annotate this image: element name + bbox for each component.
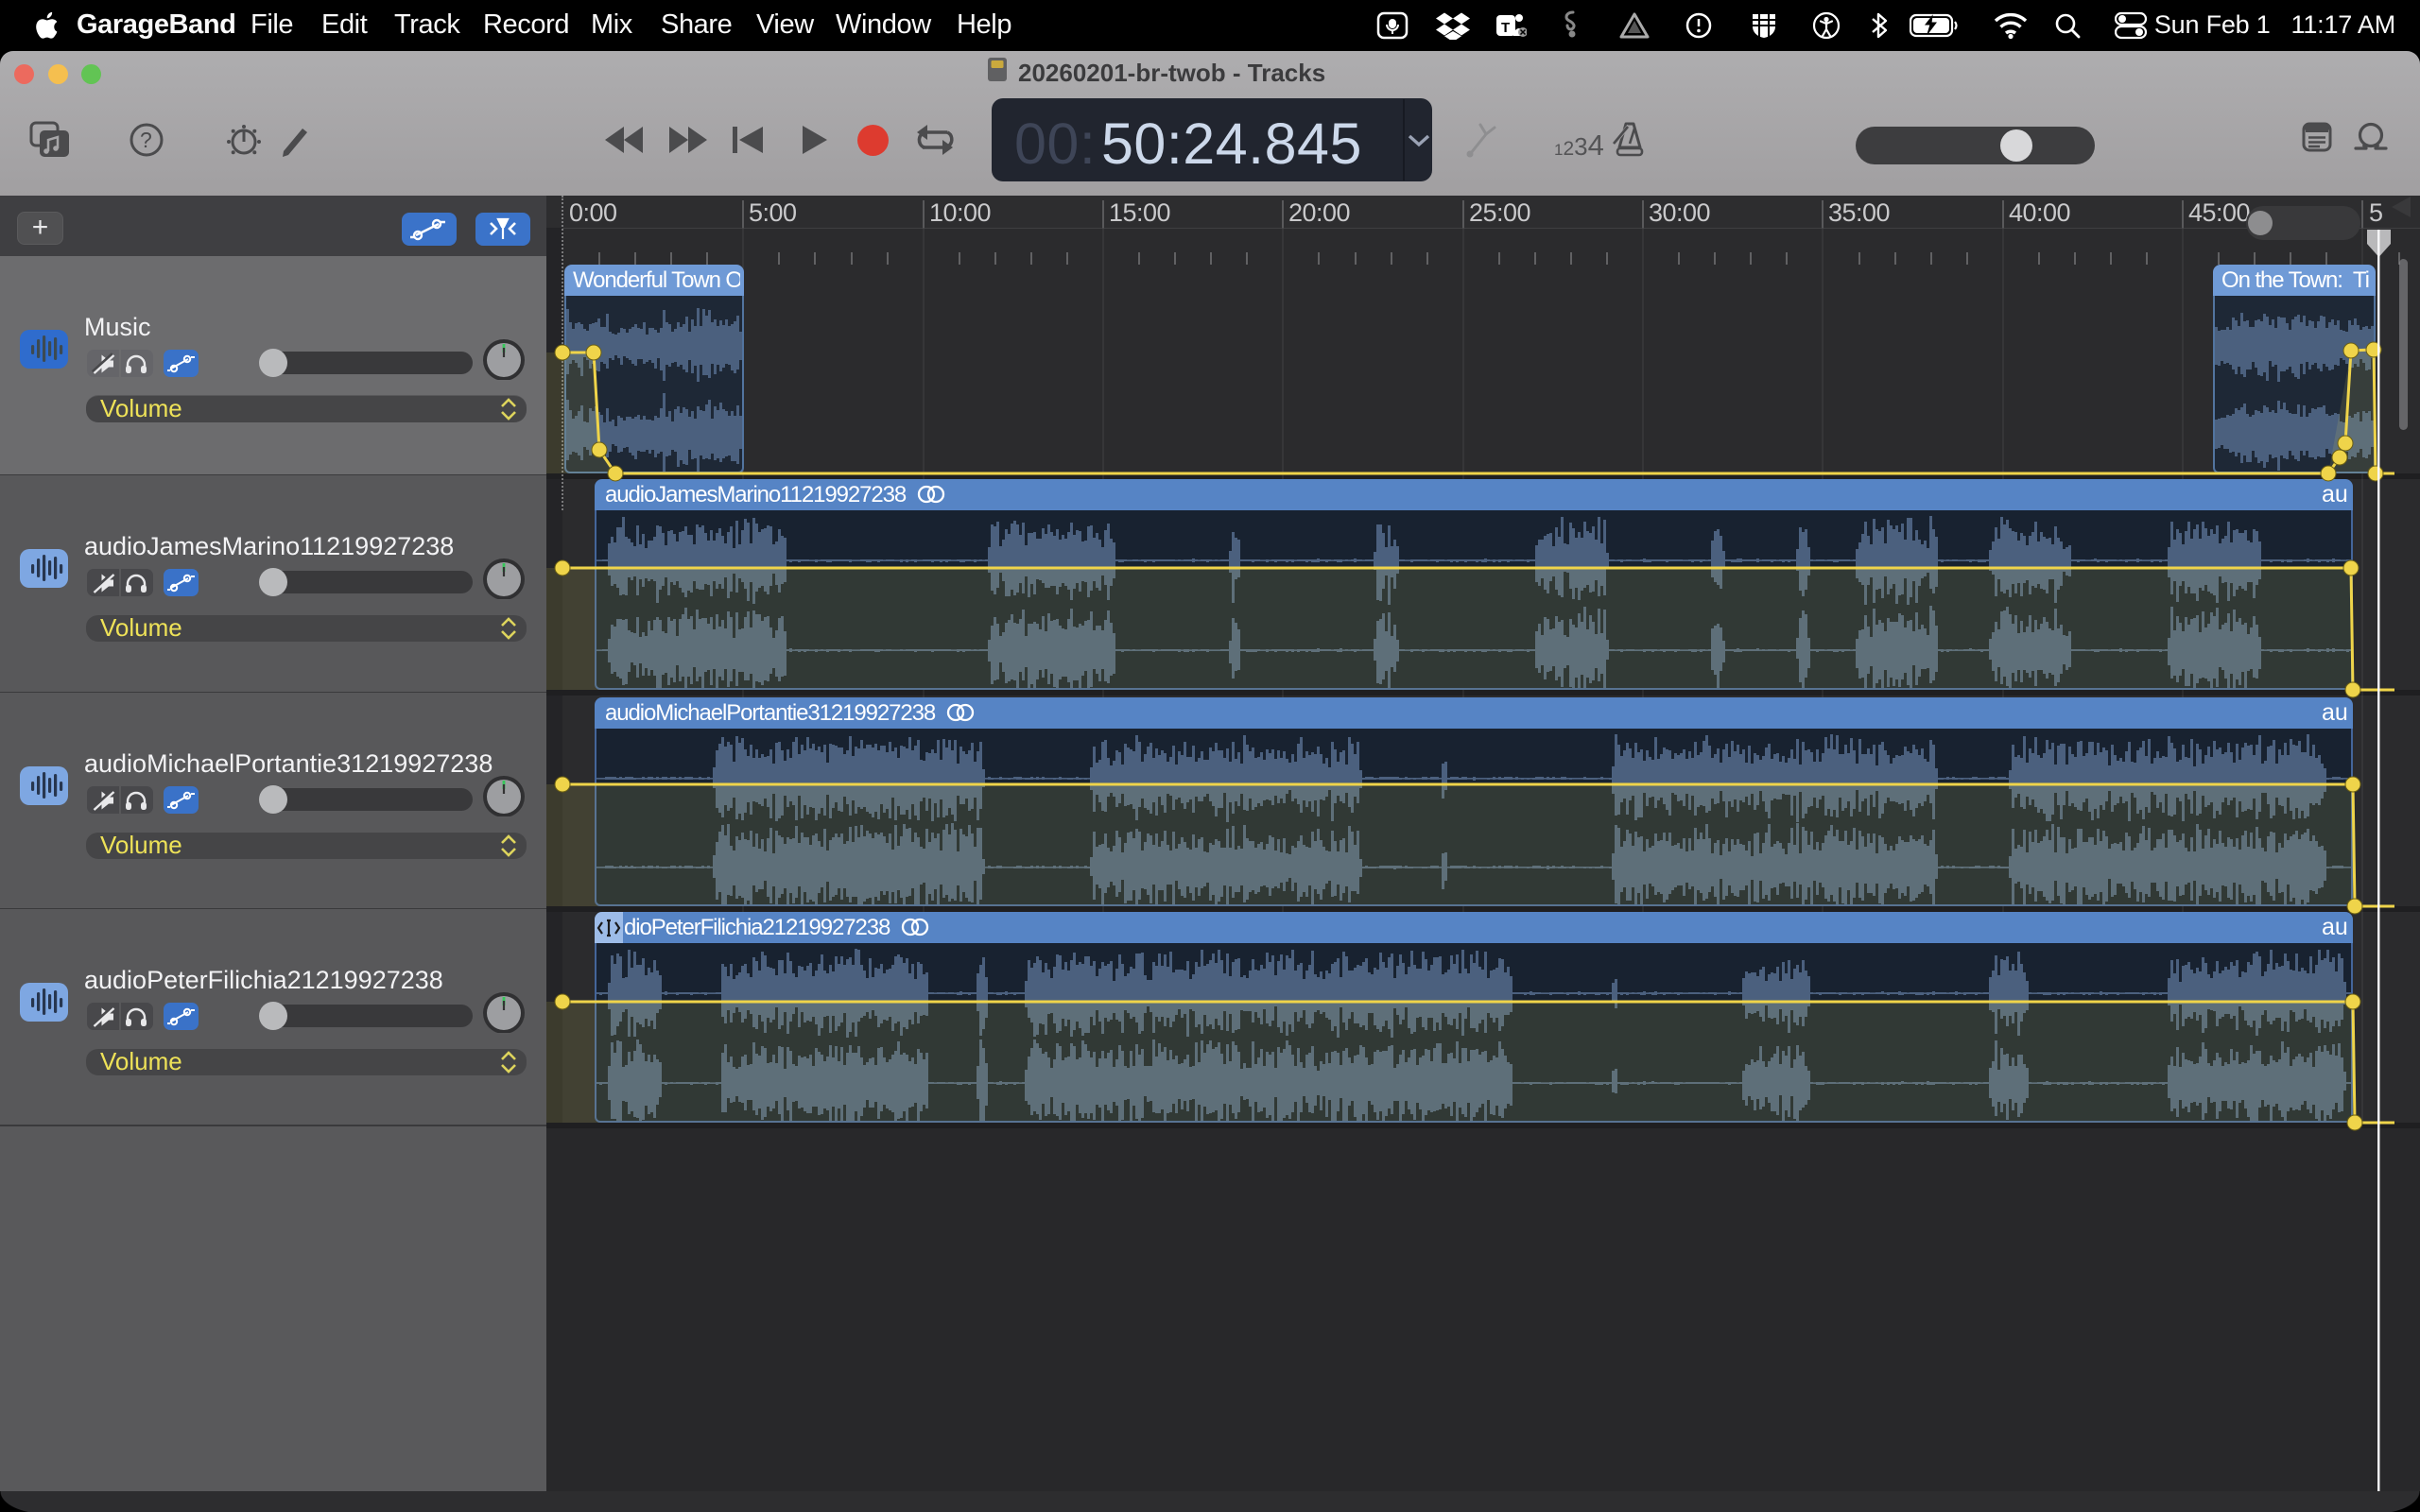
svg-text:?: ? <box>140 128 152 152</box>
svg-text:T: T <box>1501 20 1510 36</box>
